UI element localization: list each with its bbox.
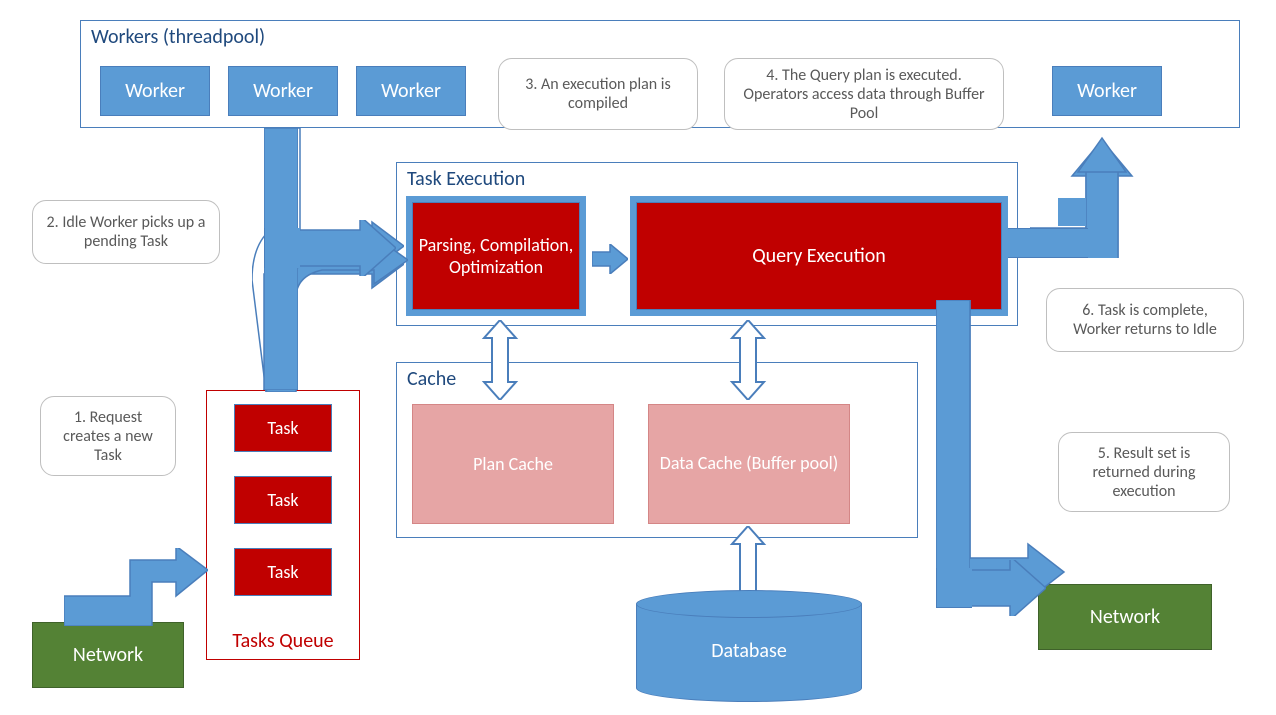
- callout-4: 4. The Query plan is executed. Operators…: [724, 58, 1004, 130]
- worker-box-4: Worker: [1052, 66, 1162, 116]
- db-top: [636, 590, 862, 618]
- query-exec-box: Query Execution: [636, 202, 1002, 310]
- db-label: Database: [636, 639, 862, 663]
- task-2: Task: [234, 476, 332, 524]
- arrow-exec-outlet: [1008, 228, 1088, 258]
- tasks-queue-label: Tasks Queue: [207, 629, 359, 653]
- callout-3: 3. An execution plan is compiled: [498, 58, 698, 130]
- task-3: Task: [234, 548, 332, 596]
- network-left: Network: [32, 622, 184, 688]
- worker-box-3: Worker: [356, 66, 466, 116]
- database-cylinder: Database: [636, 590, 862, 702]
- workers-title: Workers (threadpool): [81, 21, 1239, 53]
- arrow-joint: [264, 228, 300, 268]
- task-1: Task: [234, 404, 332, 452]
- arrow-to-network-right: [968, 560, 1046, 616]
- cache-title: Cache: [397, 363, 917, 395]
- arrow-network-to-tasks: [64, 548, 208, 626]
- arrow-joint-2: [936, 568, 972, 608]
- arrow-joint-3: [1058, 198, 1086, 226]
- parsing-box: Parsing, Compilation, Optimization: [412, 202, 580, 310]
- arrow-parsing-to-query: [592, 244, 628, 274]
- callout-1: 1. Request creates a new Task: [40, 396, 176, 476]
- callout-2: 2. Idle Worker picks up a pending Task: [32, 200, 220, 264]
- plan-cache: Plan Cache: [412, 404, 614, 524]
- arrow-query-datacache: [726, 320, 770, 400]
- worker-box-2: Worker: [228, 66, 338, 116]
- task-exec-title: Task Execution: [397, 163, 1017, 195]
- arrow-to-taskexec: [296, 220, 396, 276]
- data-cache: Data Cache (Buffer pool): [648, 404, 850, 524]
- arrow-exec-down-body: [936, 300, 970, 586]
- worker-box-1: Worker: [100, 66, 210, 116]
- arrow-parsing-plancache: [478, 320, 522, 400]
